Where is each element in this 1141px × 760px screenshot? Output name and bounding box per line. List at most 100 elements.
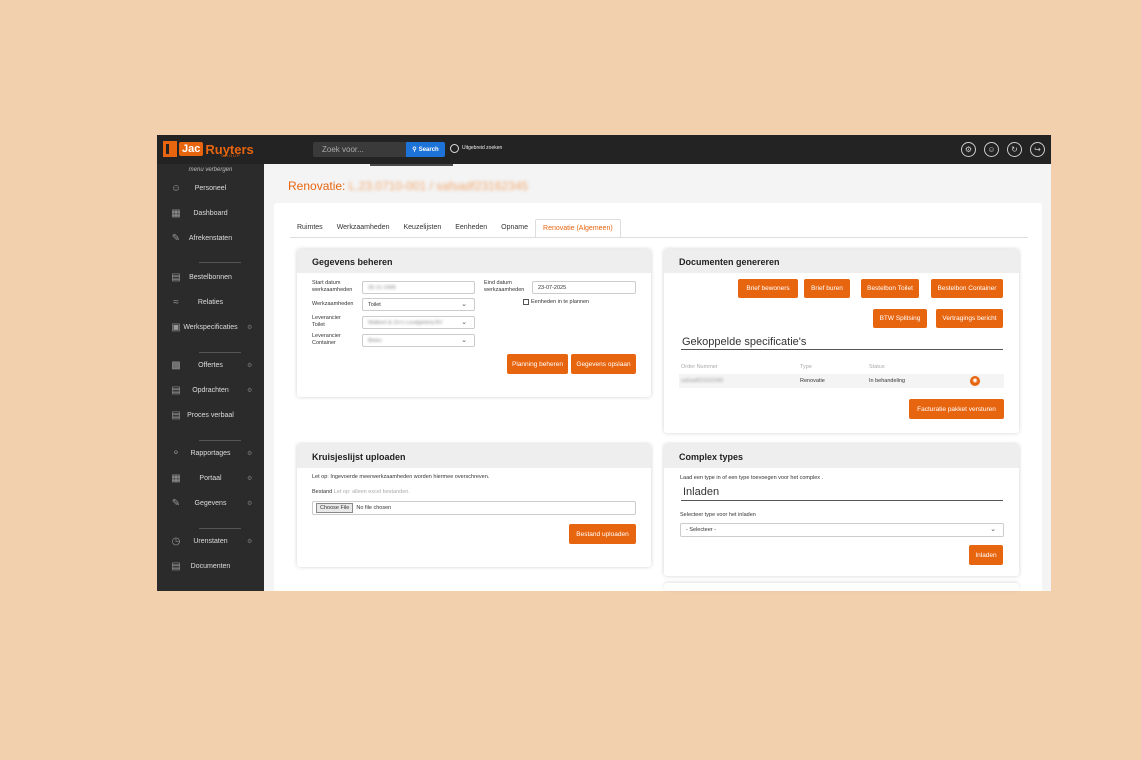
sidebar-item-rapportages[interactable]: ⚬ Rapportages ⚙ bbox=[157, 442, 264, 464]
start-date-field[interactable]: 30-11-1999 bbox=[362, 281, 475, 294]
spec-divider bbox=[681, 349, 1003, 350]
btw-splitsing-button[interactable]: BTW Splitsing bbox=[873, 309, 927, 328]
no-file-text: No file chosen bbox=[356, 505, 392, 511]
gear-icon[interactable]: ⚙ bbox=[247, 387, 252, 394]
sidebar: menu verbergen ☺ Personeel ▦ Dashboard ✎… bbox=[157, 164, 264, 591]
sidebar-item-label: Afrekenstaten bbox=[188, 234, 233, 242]
sidebar-item-relaties[interactable]: ≈ Relaties bbox=[157, 291, 264, 313]
werkzaamheden-select[interactable]: Toilet ⌄ bbox=[362, 298, 475, 311]
sidebar-item-personeel[interactable]: ☺ Personeel bbox=[157, 177, 264, 199]
view-icon[interactable]: ◉ bbox=[970, 376, 980, 386]
tab-eenheden[interactable]: Eenheden bbox=[448, 219, 494, 238]
search-button[interactable]: ⚲ Search bbox=[406, 142, 445, 157]
card-title: Kruisjeslijst uploaden bbox=[312, 452, 406, 462]
lev-container-label: Leverancier Container bbox=[312, 333, 341, 346]
lev-container-select[interactable]: Bleko ⌄ bbox=[362, 334, 475, 347]
table-row: safsadf23162345 Renovatie In behandeling… bbox=[679, 374, 1004, 388]
end-date-field[interactable]: 23-07-2025 bbox=[532, 281, 636, 294]
choose-file-button[interactable]: Choose File bbox=[316, 503, 354, 513]
tab-bar: Ruimtes Werkzaamheden Keuzelijsten Eenhe… bbox=[290, 219, 621, 238]
sidebar-item-afrekenstaten[interactable]: ✎ Afrekenstaten bbox=[157, 227, 264, 249]
lev-toilet-label: Leverancier Toilet bbox=[312, 315, 341, 328]
load-button[interactable]: Inladen bbox=[969, 545, 1003, 565]
sidebar-divider bbox=[199, 352, 241, 353]
planning-button[interactable]: Planning beheren bbox=[507, 354, 568, 374]
page-title-prefix: Renovatie: bbox=[288, 179, 346, 193]
sidebar-item-opdrachten[interactable]: ▤ Opdrachten ⚙ bbox=[157, 379, 264, 401]
user-icon[interactable]: ☺ bbox=[984, 142, 999, 157]
sidebar-divider bbox=[199, 440, 241, 441]
logo[interactable]: Jac Ruyters GROUP bbox=[163, 139, 254, 159]
gear-icon[interactable]: ⚙ bbox=[247, 500, 252, 507]
brief-buren-button[interactable]: Brief buren bbox=[804, 279, 850, 298]
settings-icon[interactable]: ⚙ bbox=[961, 142, 976, 157]
brief-bewoners-button[interactable]: Brief bewoners bbox=[738, 279, 798, 298]
sync-icon[interactable]: ↻ bbox=[1007, 142, 1022, 157]
top-bar: Jac Ruyters GROUP Zoek voor... ⚲ Search … bbox=[157, 135, 1051, 164]
tab-ruimtes[interactable]: Ruimtes bbox=[290, 219, 330, 238]
gear-icon[interactable]: ⚙ bbox=[247, 475, 252, 482]
bestelbon-container-button[interactable]: Bestelbon Container bbox=[931, 279, 1003, 298]
card-header: Complex types bbox=[664, 444, 1019, 468]
bestelbon-toilet-button[interactable]: Bestelbon Toilet bbox=[861, 279, 919, 298]
end-date-label: Eind datum werkzaamheden bbox=[484, 280, 525, 293]
sidebar-item-gegevens[interactable]: ✎ Gegevens ⚙ bbox=[157, 492, 264, 514]
tab-werkzaamheden[interactable]: Werkzaamheden bbox=[330, 219, 397, 238]
lev-toilet-select[interactable]: Walbert & Zn's Loodgieterij BV ⌄ bbox=[362, 316, 475, 329]
chevron-down-icon: ⌄ bbox=[461, 301, 467, 308]
gear-icon[interactable]: ⚙ bbox=[247, 324, 252, 331]
logo-mark-text: Jac bbox=[179, 142, 204, 156]
sidebar-item-bestelbonnen[interactable]: ▤ Bestelbonnen bbox=[157, 266, 264, 288]
next-card-partial bbox=[664, 583, 1019, 591]
upload-button[interactable]: Bestand uploaden bbox=[569, 524, 636, 544]
gear-icon[interactable]: ⚙ bbox=[247, 362, 252, 369]
header-underline bbox=[370, 164, 453, 166]
sidebar-item-documenten[interactable]: ▤ Documenten bbox=[157, 555, 264, 577]
tab-keuzelijsten[interactable]: Keuzelijsten bbox=[396, 219, 448, 238]
sidebar-item-dashboard[interactable]: ▦ Dashboard bbox=[157, 202, 264, 224]
file-label: Bestand bbox=[312, 489, 333, 495]
sidebar-item-label: Personeel bbox=[194, 184, 227, 192]
hide-menu-link[interactable]: menu verbergen bbox=[157, 167, 264, 173]
search-input[interactable]: Zoek voor... bbox=[313, 142, 406, 157]
advanced-search-toggle[interactable] bbox=[450, 144, 459, 153]
sidebar-item-urenstaten[interactable]: ◷ Urenstaten ⚙ bbox=[157, 530, 264, 552]
sidebar-divider bbox=[199, 528, 241, 529]
plan-checkbox[interactable] bbox=[523, 299, 529, 305]
sidebar-item-label: Documenten bbox=[190, 562, 231, 570]
sidebar-item-label: Dashboard bbox=[193, 209, 228, 217]
sidebar-divider bbox=[199, 262, 241, 263]
save-button[interactable]: Gegevens opslaan bbox=[571, 354, 636, 374]
logout-icon[interactable]: ↪ bbox=[1030, 142, 1045, 157]
type-select[interactable]: - Selecteer - ⌄ bbox=[680, 523, 1004, 537]
tab-renovatie-algemeen[interactable]: Renovatie (Algemeen) bbox=[535, 219, 621, 238]
chevron-down-icon: ⌄ bbox=[990, 526, 996, 533]
page-title-id: L.23.0710-001 / safsadf23162345 bbox=[348, 179, 529, 193]
vertragings-bericht-button[interactable]: Vertragings bericht bbox=[936, 309, 1003, 328]
advanced-search-label: Uitgebreid zoeken bbox=[462, 145, 503, 151]
tab-opname[interactable]: Opname bbox=[494, 219, 535, 238]
file-label-row: Bestand Let op: alleen excel bestanden. bbox=[312, 489, 410, 496]
chevron-down-icon: ⌄ bbox=[461, 337, 467, 344]
complex-card: Complex types Laad een type in of een ty… bbox=[664, 444, 1019, 576]
logo-group-text: GROUP bbox=[221, 153, 241, 158]
page-title: Renovatie: L.23.0710-001 / safsadf231623… bbox=[288, 179, 528, 193]
sidebar-item-offertes[interactable]: ▩ Offertes ⚙ bbox=[157, 354, 264, 376]
sidebar-item-label: Relaties bbox=[197, 298, 224, 306]
load-heading: Inladen bbox=[683, 486, 720, 498]
card-header: Kruisjeslijst uploaden bbox=[297, 444, 651, 468]
file-input: Choose File No file chosen bbox=[312, 501, 636, 515]
gear-icon[interactable]: ⚙ bbox=[247, 538, 252, 545]
sidebar-item-portaal[interactable]: ▦ Portaal ⚙ bbox=[157, 467, 264, 489]
sidebar-item-label: Proces verbaal bbox=[187, 411, 234, 419]
invoice-button[interactable]: Facturatie pakket versturen bbox=[909, 399, 1004, 419]
kruisjeslijst-card: Kruisjeslijst uploaden Let op: Ingevoerd… bbox=[297, 444, 651, 567]
gear-icon[interactable]: ⚙ bbox=[247, 450, 252, 457]
sidebar-item-werkspecificaties[interactable]: ▣ Werkspecificaties ⚙ bbox=[157, 316, 264, 338]
sidebar-item-proces-verbaal[interactable]: ▤ Proces verbaal bbox=[157, 404, 264, 426]
warning-text: Let op: Ingevoerde meerwerkzaamheden wor… bbox=[312, 474, 490, 480]
documenten-card: Documenten genereren Brief bewoners Brie… bbox=[664, 249, 1019, 433]
werkzaamheden-label: Werkzaamheden bbox=[312, 301, 354, 307]
card-title: Documenten genereren bbox=[679, 257, 780, 267]
load-divider bbox=[681, 500, 1003, 501]
